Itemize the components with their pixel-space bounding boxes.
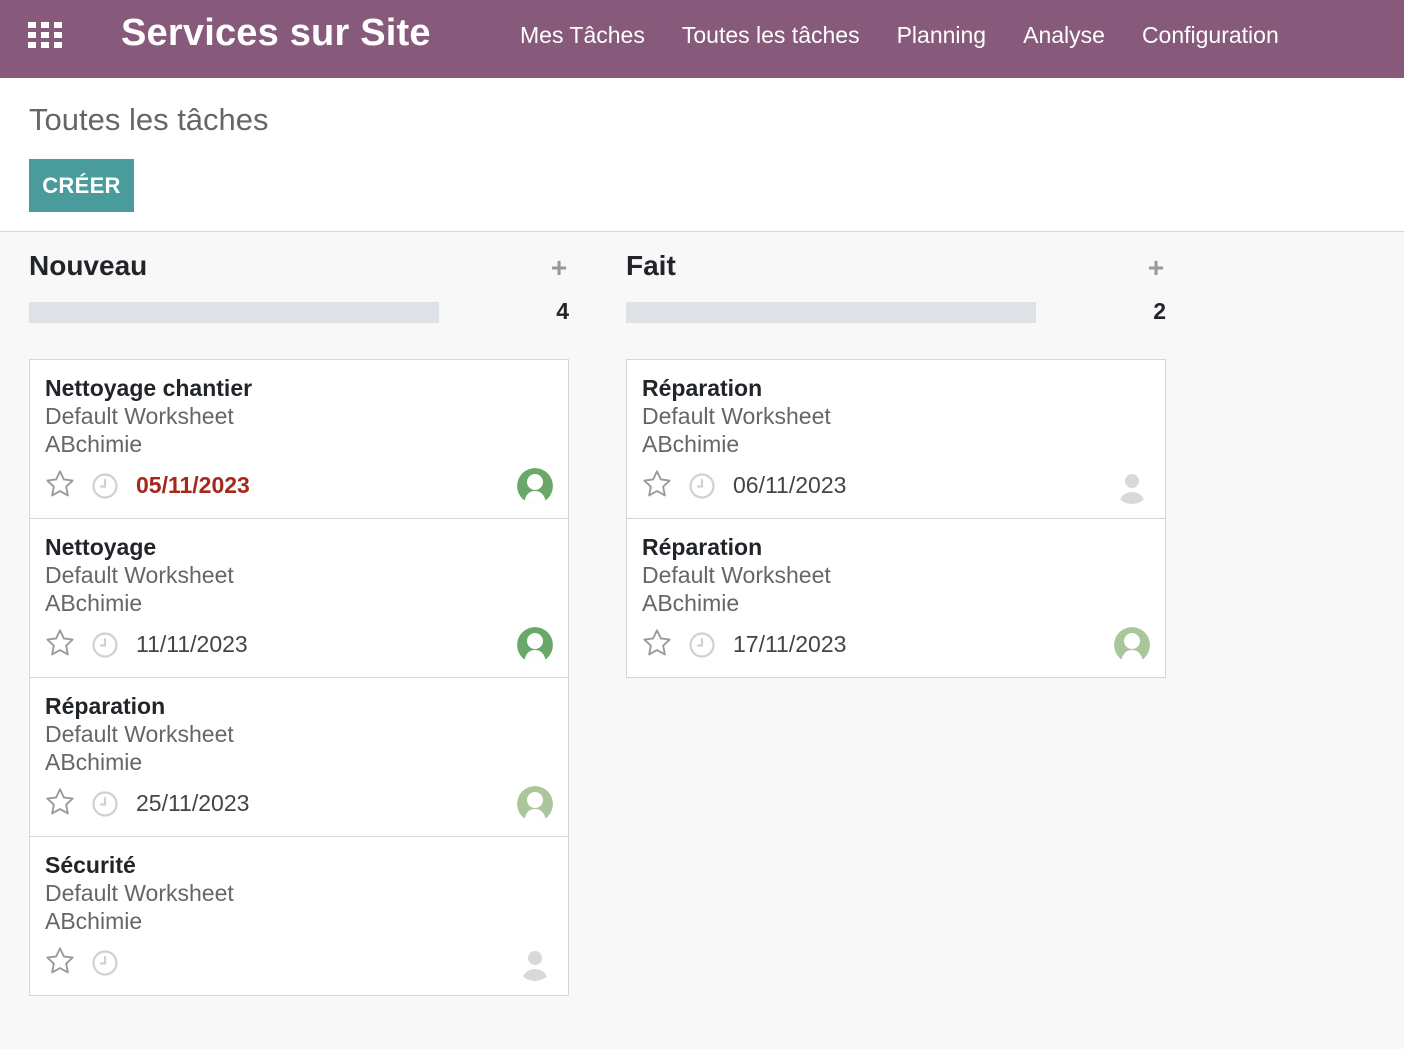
clock-icon[interactable]: [92, 632, 118, 658]
task-worksheet: Default Worksheet: [45, 403, 234, 429]
menu-item-mes-taches[interactable]: Mes Tâches: [520, 22, 645, 49]
star-icon[interactable]: [641, 627, 673, 659]
column-progress-bar: [626, 302, 1036, 323]
user-avatar-icon[interactable]: [517, 627, 553, 663]
task-card[interactable]: Nettoyage chantier Default Worksheet ABchi…: [30, 360, 568, 519]
clock-icon[interactable]: [689, 473, 715, 499]
card-list: Nettoyage chantier Default Worksheet ABchi…: [29, 359, 569, 996]
main-menu: Mes Tâches Toutes les tâches Planning An…: [520, 22, 1316, 49]
task-title: Réparation: [45, 693, 166, 719]
add-icon[interactable]: +: [549, 252, 569, 284]
task-title: Nettoyage chantier: [45, 375, 253, 401]
menu-item-planning[interactable]: Planning: [897, 22, 987, 49]
task-title: Sécurité: [45, 852, 136, 878]
user-avatar-icon[interactable]: [517, 945, 553, 981]
menu-item-analyse[interactable]: Analyse: [1023, 22, 1105, 49]
star-icon[interactable]: [44, 627, 76, 659]
column-count: 4: [556, 298, 569, 324]
menu-item-configuration[interactable]: Configuration: [1142, 22, 1279, 49]
clock-icon[interactable]: [689, 632, 715, 658]
task-worksheet: Default Worksheet: [45, 562, 234, 588]
task-customer: ABchimie: [45, 590, 143, 616]
task-card[interactable]: Réparation Default Worksheet ABchimie 06/11…: [627, 360, 1165, 519]
control-panel: Toutes les tâches CRÉER: [0, 78, 1404, 232]
column-progress-bar: [29, 302, 439, 323]
column-title[interactable]: Nouveau: [29, 250, 147, 282]
task-worksheet: Default Worksheet: [45, 880, 234, 906]
star-icon[interactable]: [641, 468, 673, 500]
task-title: Nettoyage: [45, 534, 157, 560]
user-avatar-icon[interactable]: [1114, 627, 1150, 663]
user-avatar-icon[interactable]: [517, 468, 553, 504]
clock-icon[interactable]: [92, 791, 118, 817]
apps-grid-icon[interactable]: [28, 22, 62, 48]
task-worksheet: Default Worksheet: [642, 562, 831, 588]
menu-item-toutes-les-taches[interactable]: Toutes les tâches: [682, 22, 860, 49]
task-card[interactable]: Nettoyage Default Worksheet ABchimie 11/11/…: [30, 519, 568, 678]
star-icon[interactable]: [44, 786, 76, 818]
column-count: 2: [1153, 298, 1166, 324]
app-name[interactable]: Services sur Site: [121, 12, 431, 55]
add-icon[interactable]: +: [1146, 252, 1166, 284]
star-icon[interactable]: [44, 945, 76, 977]
clock-icon[interactable]: [92, 473, 118, 499]
task-customer: ABchimie: [642, 590, 740, 616]
clock-icon[interactable]: [92, 950, 118, 976]
task-customer: ABchimie: [45, 908, 143, 934]
task-card[interactable]: Réparation Default Worksheet ABchimie 25/11…: [30, 678, 568, 837]
column-title[interactable]: Fait: [626, 250, 676, 282]
task-deadline: 05/11/2023: [136, 472, 250, 498]
create-button[interactable]: CRÉER: [29, 159, 134, 212]
card-list: Réparation Default Worksheet ABchimie 06/11…: [626, 359, 1166, 678]
task-deadline: 17/11/2023: [733, 631, 847, 657]
task-worksheet: Default Worksheet: [642, 403, 831, 429]
task-customer: ABchimie: [642, 431, 740, 457]
top-navbar: Services sur Site Mes Tâches Toutes les …: [0, 0, 1404, 78]
task-customer: ABchimie: [45, 749, 143, 775]
task-worksheet: Default Worksheet: [45, 721, 234, 747]
task-title: Réparation: [642, 375, 763, 401]
star-icon[interactable]: [44, 468, 76, 500]
task-customer: ABchimie: [45, 431, 143, 457]
task-deadline: 06/11/2023: [733, 472, 847, 498]
task-card[interactable]: Sécurité Default Worksheet ABchimie: [30, 837, 568, 996]
task-card[interactable]: Réparation Default Worksheet ABchimie 17/11…: [627, 519, 1165, 678]
user-avatar-icon[interactable]: [1114, 468, 1150, 504]
breadcrumb: Toutes les tâches: [29, 102, 269, 137]
task-deadline: 11/11/2023: [136, 631, 248, 657]
task-title: Réparation: [642, 534, 763, 560]
task-deadline: 25/11/2023: [136, 790, 250, 816]
user-avatar-icon[interactable]: [517, 786, 553, 822]
